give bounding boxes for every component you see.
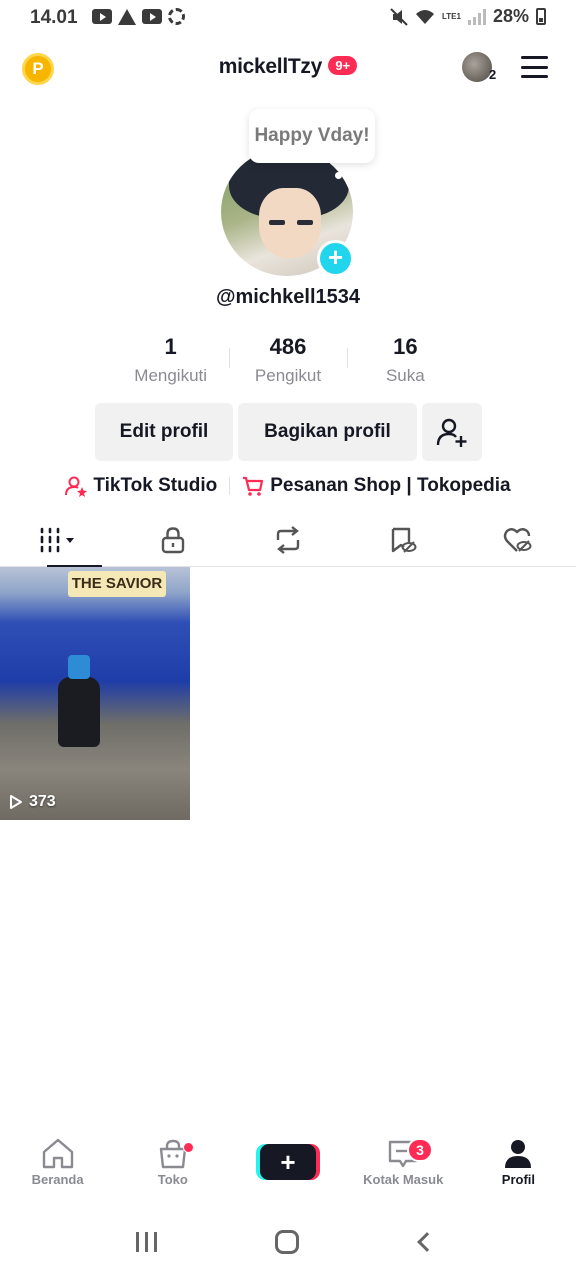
stat-following-label: Mengikuti: [134, 366, 208, 385]
profile-handle[interactable]: @michkell1534: [0, 286, 576, 309]
nav-shop[interactable]: Toko: [115, 1138, 230, 1200]
profile-icon: [505, 1140, 532, 1168]
stat-likes[interactable]: 16 Suka: [346, 334, 464, 388]
menu-icon[interactable]: [521, 56, 548, 78]
bottom-navigation: Beranda Toko + Kotak Masuk Profil: [0, 1138, 576, 1200]
nav-inbox-label: Kotak Masuk: [363, 1172, 444, 1187]
tiktok-studio-link[interactable]: TikTok Studio: [65, 475, 217, 497]
tab-videos[interactable]: [0, 514, 115, 567]
add-friends-button[interactable]: [422, 403, 482, 461]
bubble-tail: [335, 172, 342, 179]
stat-following[interactable]: 1 Mengikuti: [112, 334, 229, 388]
signal-icon: [467, 8, 486, 25]
status-bubble[interactable]: Happy Vday!: [249, 109, 375, 163]
studio-icon: [65, 476, 88, 497]
play-icon: [10, 795, 22, 809]
recent-apps-button[interactable]: [136, 1232, 157, 1252]
youtube-notification-icon: [142, 9, 162, 24]
status-time: 14.01: [30, 7, 78, 28]
edit-profile-button[interactable]: Edit profil: [95, 403, 233, 461]
nav-profile[interactable]: Profil: [461, 1138, 576, 1200]
nav-profile-label: Profil: [501, 1172, 536, 1187]
stat-followers[interactable]: 486 Pengikut: [229, 334, 346, 388]
youtube-notification-icon: [92, 9, 112, 24]
video-views-label: 373: [29, 793, 56, 810]
link-divider: [229, 477, 231, 495]
stat-followers-value: 486: [269, 334, 307, 359]
status-bar: 14.01 LTE1 28%: [0, 0, 576, 34]
video-character: [58, 655, 100, 747]
stat-followers-label: Pengikut: [254, 366, 322, 385]
inbox-count-badge: 3: [407, 1138, 433, 1162]
shop-orders-label: Pesanan Shop | Tokopedia: [270, 475, 511, 496]
system-navigation: [0, 1220, 576, 1264]
add-user-icon: [436, 418, 467, 447]
tab-favorites[interactable]: [346, 514, 461, 566]
battery-icon: [536, 8, 546, 25]
profile-links: TikTok Studio Pesanan Shop | Tokopedia: [0, 475, 576, 497]
tiktok-studio-label: TikTok Studio: [93, 475, 218, 496]
repost-icon: [276, 526, 300, 554]
stat-following-value: 1: [164, 334, 177, 359]
stat-likes-label: Suka: [385, 366, 425, 385]
battery-percent: 28%: [492, 6, 529, 26]
tab-reposts[interactable]: [230, 514, 345, 566]
nav-shop-label: Toko: [157, 1172, 188, 1187]
profile-header: P mickellTzy 9+ 2: [0, 44, 576, 94]
nav-create[interactable]: +: [230, 1138, 345, 1200]
profile-stats: 1 Mengikuti 486 Pengikut 16 Suka: [112, 334, 464, 388]
bookmark-hidden-icon: [392, 527, 417, 553]
nav-home-label: Beranda: [31, 1172, 84, 1187]
lock-icon: [161, 527, 184, 554]
nav-home[interactable]: Beranda: [0, 1138, 115, 1200]
header-username: mickellTzy: [218, 55, 323, 78]
video-banner-text: THE SAVIOR: [68, 571, 166, 597]
content-tabs: [0, 514, 576, 567]
account-avatar[interactable]: [462, 52, 492, 82]
video-thumbnail[interactable]: THE SAVIOR 373: [0, 567, 190, 820]
create-button[interactable]: +: [260, 1144, 316, 1180]
video-view-count: 373: [9, 793, 56, 811]
status-notification-icons: [92, 8, 185, 25]
network-type: LTE1: [442, 11, 461, 21]
tab-private[interactable]: [115, 514, 230, 566]
shop-dot-badge: [183, 1142, 195, 1153]
home-button[interactable]: [275, 1230, 299, 1254]
grid-videos-icon: [40, 527, 74, 553]
add-story-button[interactable]: +: [317, 240, 354, 277]
stat-likes-value: 16: [393, 334, 418, 359]
warning-notification-icon: [118, 8, 136, 25]
back-button[interactable]: [417, 1232, 437, 1252]
tab-liked[interactable]: [461, 514, 576, 566]
nav-inbox[interactable]: Kotak Masuk: [346, 1138, 461, 1200]
liked-hidden-icon: [504, 528, 532, 552]
home-icon: [42, 1138, 73, 1169]
shop-orders-link[interactable]: Pesanan Shop | Tokopedia: [242, 475, 511, 497]
account-count: 2: [489, 67, 497, 82]
cart-icon: [243, 476, 264, 496]
notification-badge: 9+: [328, 56, 358, 75]
mute-icon: [390, 7, 408, 26]
status-system-icons: LTE1 28%: [390, 6, 546, 27]
wifi-icon: [416, 9, 434, 24]
settings-notification-icon: [168, 8, 185, 25]
share-profile-button[interactable]: Bagikan profil: [238, 403, 417, 461]
